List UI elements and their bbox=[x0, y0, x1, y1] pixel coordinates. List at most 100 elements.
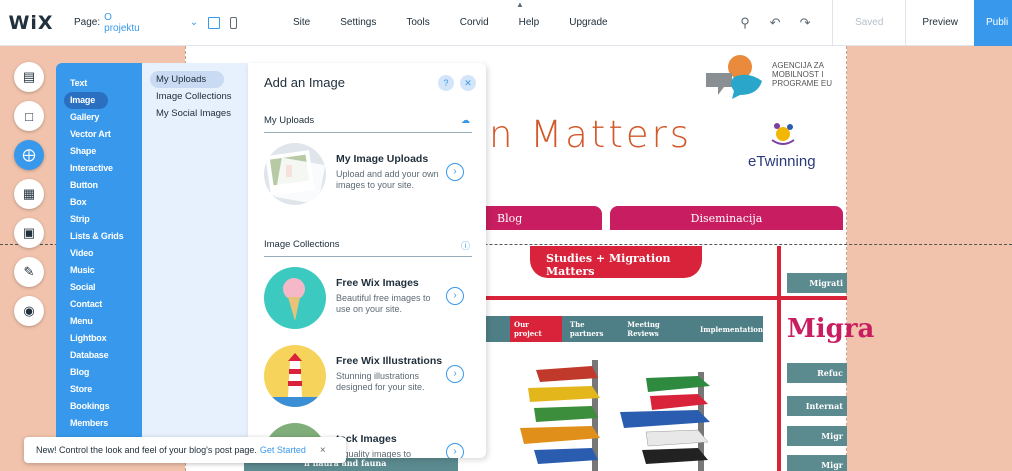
category-lightbox[interactable]: Lightbox bbox=[64, 330, 142, 347]
site-tab-partners[interactable]: The partners bbox=[570, 320, 619, 338]
item-desc: Stunning illustrations designed for your… bbox=[336, 371, 425, 392]
site-side-button-5[interactable]: Migr bbox=[787, 455, 847, 471]
help-icon[interactable]: ? bbox=[438, 75, 454, 91]
category-bookings[interactable]: Bookings bbox=[64, 398, 142, 415]
subcategory-my-uploads[interactable]: My Uploads bbox=[150, 71, 224, 88]
uploads-thumbnail bbox=[264, 143, 326, 205]
blog-icon[interactable]: ✎ bbox=[14, 257, 44, 287]
category-blog[interactable]: Blog bbox=[64, 364, 142, 381]
category-music[interactable]: Music bbox=[64, 262, 142, 279]
item-desc: Beautiful free images to use on your sit… bbox=[336, 293, 431, 314]
item-free-wix-illustrations[interactable]: Free Wix Illustrations Stunning illustra… bbox=[264, 345, 476, 413]
chat-icon[interactable]: ◉ bbox=[14, 296, 44, 326]
wix-logo: WiX bbox=[8, 11, 54, 34]
category-interactive[interactable]: Interactive bbox=[64, 160, 142, 177]
topbar-actions: ⚲ ↶ ↷ Saved Preview Publi bbox=[730, 0, 1012, 46]
category-contact[interactable]: Contact bbox=[64, 296, 142, 313]
category-shape[interactable]: Shape bbox=[64, 143, 142, 160]
publish-button[interactable]: Publi bbox=[974, 0, 1012, 46]
info-icon[interactable]: ⓘ bbox=[461, 239, 470, 252]
add-icon[interactable]: ⨁ bbox=[14, 140, 44, 170]
category-image[interactable]: Image bbox=[64, 92, 108, 109]
category-video[interactable]: Video bbox=[64, 245, 142, 262]
section-image-collections: Image Collections ⓘ bbox=[264, 239, 472, 257]
red-divider-vertical bbox=[777, 246, 781, 471]
preview-button[interactable]: Preview bbox=[905, 0, 974, 46]
item-desc: Upload and add your own images to your s… bbox=[336, 169, 439, 190]
category-menu[interactable]: Menu bbox=[64, 313, 142, 330]
category-store[interactable]: Store bbox=[64, 381, 142, 398]
undo-icon[interactable]: ↶ bbox=[760, 15, 790, 31]
site-side-button-2[interactable]: Refuc bbox=[787, 363, 847, 383]
site-nav-diseminacija[interactable]: Diseminacija bbox=[610, 206, 843, 230]
category-members[interactable]: Members bbox=[64, 415, 142, 432]
site-tab-implementation[interactable]: Implementation bbox=[700, 325, 763, 334]
category-strip[interactable]: Strip bbox=[64, 211, 142, 228]
site-side-button-4[interactable]: Migr bbox=[787, 426, 847, 446]
desktop-icon[interactable] bbox=[208, 16, 220, 29]
category-database[interactable]: Database bbox=[64, 347, 142, 364]
category-text[interactable]: Text bbox=[64, 75, 142, 92]
site-tab-meeting-reviews[interactable]: Meeting Reviews bbox=[627, 320, 692, 338]
section-my-uploads: My Uploads ☁ bbox=[264, 115, 472, 133]
section-my-uploads-label: My Uploads bbox=[264, 115, 315, 126]
close-icon[interactable]: ✕ bbox=[460, 75, 476, 91]
redo-icon[interactable]: ↷ bbox=[790, 15, 820, 31]
site-headline: n Matters bbox=[489, 113, 693, 156]
item-my-image-uploads[interactable]: My Image Uploads Upload and add your own… bbox=[264, 143, 476, 211]
media-icon[interactable]: ▣ bbox=[14, 218, 44, 248]
menu-upgrade[interactable]: Upgrade bbox=[554, 17, 622, 28]
category-box[interactable]: Box bbox=[64, 194, 142, 211]
site-tabs: Our project The partners Meeting Reviews… bbox=[485, 316, 763, 342]
saved-status: Saved bbox=[832, 0, 905, 46]
etwinning-star-icon bbox=[771, 123, 795, 145]
banner-text: Studies + Migration Matters bbox=[546, 252, 671, 278]
editor-left-rail: ▤ □ ⨁ ▦ ▣ ✎ ◉ bbox=[14, 62, 44, 326]
subcategory-image-collections[interactable]: Image Collections bbox=[150, 88, 248, 105]
site-nav-blog[interactable]: Blog bbox=[484, 206, 602, 230]
page-label: Page: bbox=[74, 17, 101, 28]
site-side-button-1[interactable]: Migrati bbox=[787, 273, 847, 293]
signpost-image bbox=[520, 360, 710, 471]
collapse-caret-icon[interactable]: ▲ bbox=[516, 0, 524, 9]
item-title: My Image Uploads bbox=[336, 153, 429, 165]
agency-name: AGENCIJA ZA MOBILNOST I PROGRAME EU bbox=[772, 61, 833, 88]
category-vector-art[interactable]: Vector Art bbox=[64, 126, 142, 143]
add-panel-subcategories: My Uploads Image Collections My Social I… bbox=[142, 63, 248, 458]
item-free-wix-images[interactable]: Free Wix Images Beautiful free images to… bbox=[264, 267, 476, 335]
category-button[interactable]: Button bbox=[64, 177, 142, 194]
editor-topbar: WiX Page: O projektu ⌄ Site Settings Too… bbox=[0, 0, 1012, 46]
menu-tools[interactable]: Tools bbox=[391, 17, 444, 28]
item-title: Free Wix Images bbox=[336, 277, 419, 289]
free-images-thumbnail bbox=[264, 267, 326, 329]
upload-icon[interactable]: ☁ bbox=[461, 115, 470, 126]
menu-site[interactable]: Site bbox=[278, 17, 325, 28]
close-icon[interactable]: × bbox=[320, 445, 326, 456]
chevron-right-icon[interactable]: › bbox=[446, 163, 464, 181]
category-social[interactable]: Social bbox=[64, 279, 142, 296]
zoom-icon[interactable]: ⚲ bbox=[730, 15, 760, 31]
page-selector[interactable]: Page: O projektu ⌄ bbox=[62, 12, 198, 34]
etwinning-label: eTwinning bbox=[748, 153, 816, 170]
site-side-button-3[interactable]: Internat bbox=[787, 396, 847, 416]
notification-toast: New! Control the look and feel of your b… bbox=[24, 437, 346, 463]
subcategory-my-social-images[interactable]: My Social Images bbox=[150, 105, 248, 122]
chevron-right-icon[interactable]: › bbox=[446, 287, 464, 305]
menu-settings[interactable]: Settings bbox=[325, 17, 391, 28]
background-icon[interactable]: □ bbox=[14, 101, 44, 131]
agency-logo: AGENCIJA ZA MOBILNOST I PROGRAME EU bbox=[704, 53, 844, 101]
section-collections-label: Image Collections bbox=[264, 239, 340, 250]
mobile-icon[interactable] bbox=[230, 16, 237, 29]
menu-corvid[interactable]: Corvid bbox=[445, 17, 504, 28]
category-gallery[interactable]: Gallery bbox=[64, 109, 142, 126]
pages-icon[interactable]: ▤ bbox=[14, 62, 44, 92]
chevron-right-icon[interactable]: › bbox=[446, 443, 464, 458]
chevron-right-icon[interactable]: › bbox=[446, 365, 464, 383]
add-panel-content: Add an Image ? ✕ My Uploads ☁ My Image U… bbox=[248, 63, 486, 458]
site-migra-heading: Migra bbox=[787, 314, 875, 344]
app-market-icon[interactable]: ▦ bbox=[14, 179, 44, 209]
category-lists-grids[interactable]: Lists & Grids bbox=[64, 228, 142, 245]
site-tab-our-project[interactable]: Our project bbox=[510, 316, 562, 342]
menu-help[interactable]: Help bbox=[504, 17, 555, 28]
toast-get-started-link[interactable]: Get Started bbox=[260, 445, 306, 455]
